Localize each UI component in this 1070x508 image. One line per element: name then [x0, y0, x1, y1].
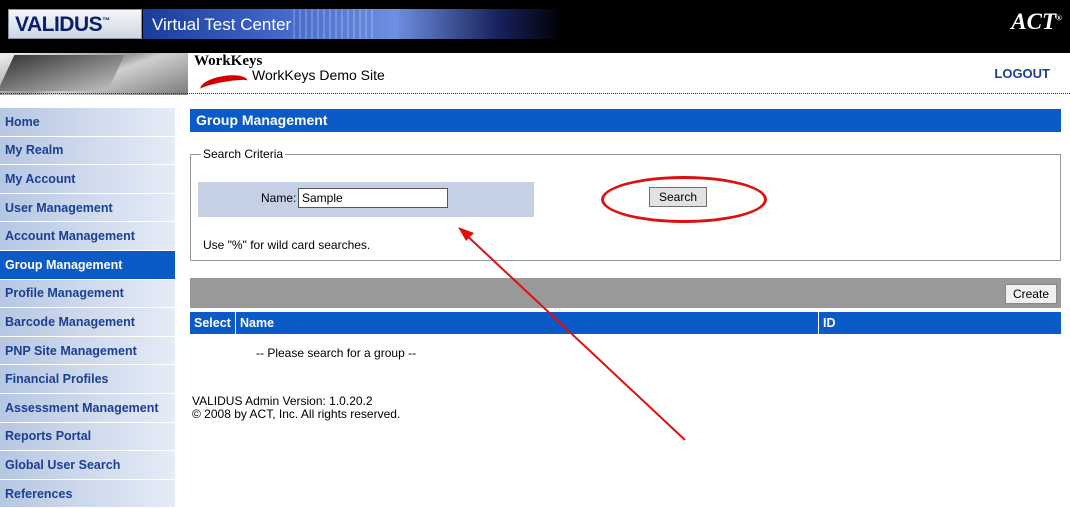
sidebar-item-my-realm[interactable]: My Realm [0, 136, 175, 166]
sidebar-item-profile-management[interactable]: Profile Management [0, 279, 175, 309]
create-button[interactable]: Create [1004, 284, 1057, 304]
results-toolbar: Create [190, 278, 1061, 308]
sidebar-item-financial-profiles[interactable]: Financial Profiles [0, 365, 175, 394]
name-search-input[interactable] [298, 188, 448, 208]
workkeys-swoosh-icon [198, 71, 250, 99]
page-title: Group Management [190, 109, 1061, 132]
sidebar-item-assessment-management[interactable]: Assessment Management [0, 393, 175, 423]
validus-logo-text: VALIDUS [15, 13, 103, 36]
column-header-name[interactable]: Name [236, 312, 819, 334]
search-criteria-panel: Search Criteria Name: Search Use "%" for… [190, 147, 1061, 261]
app-title: Virtual Test Center [152, 15, 292, 34]
sidebar-item-group-management[interactable]: Group Management [0, 250, 175, 280]
annotation-arrow-line [462, 231, 686, 441]
header-divider [0, 93, 1070, 94]
act-logo: ACT® [1011, 9, 1062, 35]
logout-link[interactable]: LOGOUT [994, 66, 1050, 81]
sidebar-item-reports-portal[interactable]: Reports Portal [0, 422, 175, 452]
validus-logo-tm: ™ [102, 16, 110, 25]
results-table-header: Select Name ID [190, 312, 1061, 334]
search-criteria-legend: Search Criteria [201, 147, 286, 161]
column-header-select[interactable]: Select [190, 312, 236, 334]
sidebar-item-barcode-management[interactable]: Barcode Management [0, 308, 175, 337]
sidebar-item-home[interactable]: Home [0, 108, 175, 137]
copyright-label: © 2008 by ACT, Inc. All rights reserved. [192, 407, 401, 421]
search-button[interactable]: Search [649, 187, 707, 207]
empty-results-message: -- Please search for a group -- [256, 346, 417, 360]
laptop-screen-graphic [0, 55, 125, 91]
validus-logo: VALIDUS™ [8, 9, 142, 39]
act-logo-reg: ® [1056, 13, 1062, 23]
act-logo-text: ACT [1011, 9, 1057, 34]
sidebar-item-my-account[interactable]: My Account [0, 165, 175, 194]
sidebar-item-references[interactable]: References [0, 479, 175, 508]
banner-decoration [293, 9, 373, 39]
name-label: Name: [261, 191, 297, 205]
version-footer: VALIDUS Admin Version: 1.0.20.2 © 2008 b… [192, 395, 400, 421]
top-banner: VALIDUS™ Virtual Test Center ACT® [0, 0, 1070, 53]
sidebar-nav: Home My Realm My Account User Management… [0, 108, 175, 508]
site-name: WorkKeys Demo Site [252, 67, 385, 83]
sidebar-item-user-management[interactable]: User Management [0, 193, 175, 223]
sidebar-item-global-user-search[interactable]: Global User Search [0, 451, 175, 480]
sidebar-item-pnp-site-management[interactable]: PNP Site Management [0, 336, 175, 366]
sidebar-item-account-management[interactable]: Account Management [0, 222, 175, 251]
wildcard-hint: Use "%" for wild card searches. [203, 238, 371, 252]
laptop-image [0, 53, 188, 95]
column-header-id[interactable]: ID [819, 312, 1061, 334]
